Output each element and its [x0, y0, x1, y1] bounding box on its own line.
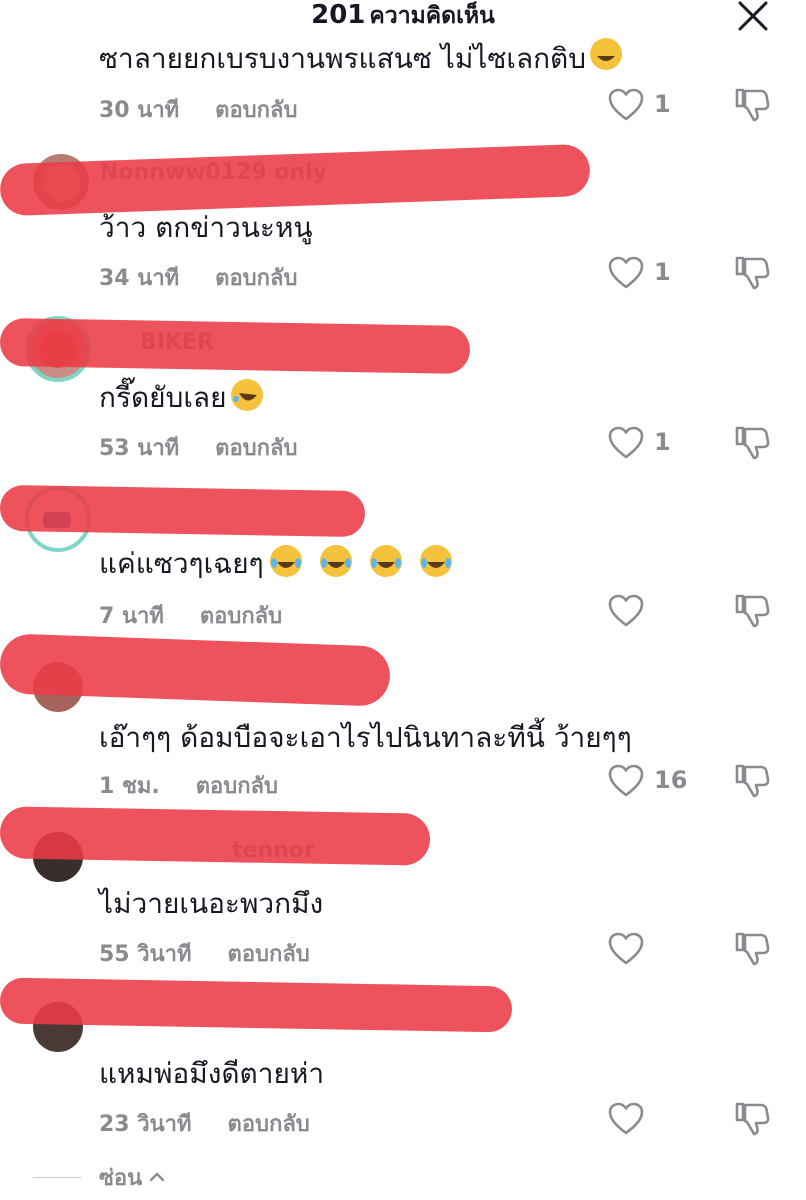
- reply-button[interactable]: ตอบกลับ: [228, 936, 310, 971]
- avatar[interactable]: [25, 316, 91, 382]
- comment-text: แหมพ่อมึงดีตายห่า: [99, 1057, 325, 1090]
- laughing-emoji-icon: [590, 38, 623, 70]
- comment-text: กรี๊ดยับเลย: [99, 376, 265, 420]
- chevron-up-icon: [149, 1172, 165, 1182]
- dislike-button[interactable]: [733, 930, 771, 966]
- comment-time: 34 นาที: [99, 266, 180, 291]
- avatar[interactable]: [33, 154, 89, 210]
- thumbs-down-icon: [735, 932, 770, 966]
- comment-meta: 23 วินาที ตอบกลับ: [99, 1106, 310, 1141]
- like-count: 16: [654, 766, 688, 794]
- avatar[interactable]: [25, 486, 91, 552]
- comment-time: 23 วินาที: [99, 1112, 192, 1137]
- dislike-button[interactable]: [733, 1100, 771, 1136]
- dislike-button[interactable]: [733, 86, 771, 122]
- heart-icon: [608, 764, 644, 797]
- reply-button[interactable]: ตอบกลับ: [196, 768, 278, 803]
- thumbs-down-icon: [735, 594, 770, 628]
- thumbs-down-icon: [735, 256, 770, 290]
- like-count: 1: [654, 428, 671, 456]
- avatar[interactable]: [33, 662, 83, 712]
- close-button[interactable]: [736, 0, 770, 34]
- comment-time: 30 นาที: [99, 98, 180, 123]
- heart-icon: [608, 256, 644, 289]
- heart-icon: [608, 426, 644, 459]
- like-button[interactable]: [608, 932, 644, 966]
- like-button[interactable]: [608, 594, 644, 628]
- comment-time: 1 ชม.: [99, 774, 160, 799]
- rofl-emoji-icon: [230, 379, 263, 411]
- reply-button[interactable]: ตอบกลับ: [228, 1106, 310, 1141]
- heart-icon: [608, 88, 644, 121]
- like-button[interactable]: [608, 1102, 644, 1136]
- tears-of-joy-emoji-icon: [269, 545, 302, 577]
- comment-username[interactable]: tennor: [232, 838, 315, 868]
- comment-meta: 53 นาที ตอบกลับ: [99, 430, 297, 465]
- dislike-button[interactable]: [733, 424, 771, 460]
- comment-meta: 30 นาที ตอบกลับ: [99, 92, 297, 127]
- divider: [33, 1176, 81, 1178]
- like-button[interactable]: [608, 88, 644, 122]
- comment-meta: 34 นาที ตอบกลับ: [99, 260, 297, 295]
- like-button[interactable]: [608, 764, 644, 798]
- comment-count: 201: [311, 0, 366, 30]
- comments-title: 201 ความคิดเห็น: [0, 0, 806, 34]
- comment-meta: 1 ชม. ตอบกลับ: [99, 768, 278, 803]
- reply-button[interactable]: ตอบกลับ: [215, 260, 297, 295]
- comment-text: ซาลายยกเบรบงานพรแสนซ ไม่ไซเลกติบ: [99, 36, 719, 70]
- like-count: 1: [654, 258, 671, 286]
- comment-meta: 55 วินาที ตอบกลับ: [99, 936, 310, 971]
- comments-header: 201 ความคิดเห็น: [0, 0, 806, 34]
- dislike-button[interactable]: [733, 254, 771, 290]
- tears-of-joy-emoji-icon: [319, 545, 352, 577]
- like-button[interactable]: [608, 426, 644, 460]
- heart-icon: [608, 932, 644, 965]
- tears-of-joy-emoji-icon: [369, 545, 402, 577]
- comment-meta: 7 นาที ตอบกลับ: [99, 598, 282, 633]
- heart-icon: [608, 1102, 644, 1135]
- close-icon: [738, 1, 768, 31]
- comment-text: แค่แซวๆเฉยๆ: [99, 542, 454, 586]
- thumbs-down-icon: [735, 88, 770, 122]
- comment-time: 7 นาที: [99, 604, 164, 629]
- comment-time: 55 วินาที: [99, 942, 192, 967]
- avatar[interactable]: [33, 1002, 83, 1052]
- comment-text: ว้าว ตกข่าวนะหนู: [99, 211, 313, 244]
- comments-label: ความคิดเห็น: [369, 3, 495, 29]
- comment-text: ไม่วายเนอะพวกมึง: [99, 887, 324, 920]
- thumbs-down-icon: [735, 1102, 770, 1136]
- reply-button[interactable]: ตอบกลับ: [200, 598, 282, 633]
- like-button[interactable]: [608, 256, 644, 290]
- dislike-button[interactable]: [733, 592, 771, 628]
- comment-username[interactable]: Nonnww0129 only: [100, 160, 327, 190]
- comment-username[interactable]: BIKER: [140, 330, 214, 360]
- thumbs-down-icon: [735, 426, 770, 460]
- reply-button[interactable]: ตอบกลับ: [215, 430, 297, 465]
- dislike-button[interactable]: [733, 762, 771, 798]
- hide-replies-button[interactable]: ซ่อน: [33, 1160, 166, 1194]
- avatar[interactable]: [33, 832, 83, 882]
- like-count: 1: [654, 90, 671, 118]
- heart-icon: [608, 594, 644, 627]
- thumbs-down-icon: [735, 764, 770, 798]
- hide-replies-label: ซ่อน: [99, 1165, 143, 1191]
- tears-of-joy-emoji-icon: [419, 545, 452, 577]
- reply-button[interactable]: ตอบกลับ: [215, 92, 297, 127]
- comment-text: เอ๊าๆๆ ด้อมบือจะเอาไรไปนินทาละทีนี้ ว้าย…: [99, 721, 632, 754]
- comment-time: 53 นาที: [99, 436, 180, 461]
